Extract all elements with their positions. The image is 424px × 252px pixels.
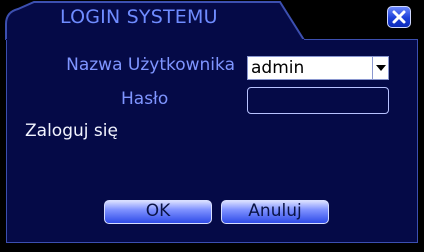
login-info-text: Zaloguj się (25, 121, 118, 141)
chevron-down-icon (376, 65, 386, 71)
dialog-title: LOGIN SYSTEMU (60, 6, 218, 28)
close-button[interactable] (387, 6, 411, 28)
dropdown-arrow[interactable] (372, 57, 388, 79)
username-value: admin (251, 58, 305, 78)
username-select[interactable]: admin (247, 56, 389, 80)
login-dialog: LOGIN SYSTEMU Nazwa Użytkownika admin Ha… (0, 0, 424, 252)
password-label: Hasło (121, 89, 169, 109)
username-label: Nazwa Użytkownika (66, 55, 235, 75)
login-panel: Nazwa Użytkownika admin Hasło Zaloguj si… (6, 40, 418, 243)
ok-button[interactable]: OK (104, 200, 212, 224)
cancel-button[interactable]: Anuluj (221, 200, 329, 224)
password-field[interactable] (247, 87, 389, 114)
close-icon (392, 10, 406, 24)
